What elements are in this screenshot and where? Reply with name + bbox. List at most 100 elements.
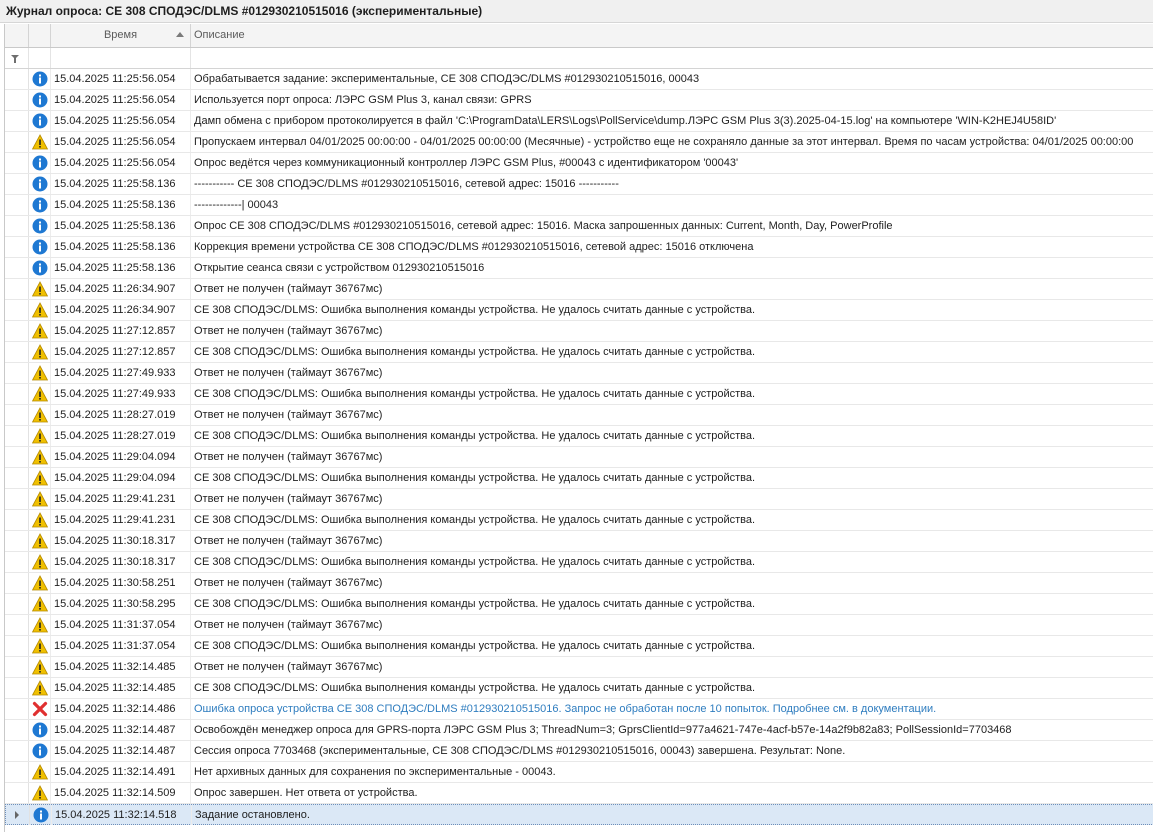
row-description[interactable]: CE 308 СПОДЭС/DLMS: Ошибка выполнения ко…	[191, 678, 1153, 698]
row-description[interactable]: Коррекция времени устройства CE 308 СПОД…	[191, 237, 1153, 257]
row-indicator[interactable]	[5, 195, 29, 215]
row-time[interactable]: 15.04.2025 11:25:58.136	[51, 237, 191, 257]
row-icon-cell[interactable]	[29, 426, 51, 446]
row-time[interactable]: 15.04.2025 11:25:56.054	[51, 90, 191, 110]
table-row[interactable]: 15.04.2025 11:27:12.857 Ответ не получен …	[5, 321, 1153, 342]
table-row[interactable]: 15.04.2025 11:25:56.054 Опрос ведётся чер…	[5, 153, 1153, 174]
row-description[interactable]: Ответ не получен (таймаут 36767мс)	[191, 489, 1153, 509]
row-description[interactable]: CE 308 СПОДЭС/DLMS: Ошибка выполнения ко…	[191, 426, 1153, 446]
table-row[interactable]: 15.04.2025 11:32:14.509 Опрос завершен. Н…	[5, 783, 1153, 804]
row-indicator[interactable]	[5, 153, 29, 173]
table-row[interactable]: 15.04.2025 11:32:14.491 Нет архивных данн…	[5, 762, 1153, 783]
row-indicator[interactable]	[5, 69, 29, 89]
row-time[interactable]: 15.04.2025 11:29:04.094	[51, 468, 191, 488]
row-description[interactable]: Освобождён менеджер опроса для GPRS-порт…	[191, 720, 1153, 740]
row-description[interactable]: Нет архивных данных для сохранения по эк…	[191, 762, 1153, 782]
row-indicator[interactable]	[5, 405, 29, 425]
filter-button[interactable]	[5, 48, 29, 68]
table-row[interactable]: 15.04.2025 11:25:56.054 Используется порт…	[5, 90, 1153, 111]
row-indicator[interactable]	[5, 657, 29, 677]
row-icon-cell[interactable]	[29, 216, 51, 236]
row-indicator[interactable]	[5, 531, 29, 551]
row-time[interactable]: 15.04.2025 11:25:56.054	[51, 69, 191, 89]
row-time[interactable]: 15.04.2025 11:27:49.933	[51, 384, 191, 404]
table-row[interactable]: 15.04.2025 11:32:14.518 Задание остановле…	[5, 804, 1153, 825]
row-description[interactable]: Ответ не получен (таймаут 36767мс)	[191, 531, 1153, 551]
table-row[interactable]: 15.04.2025 11:29:04.094 Ответ не получен …	[5, 447, 1153, 468]
row-icon-cell[interactable]	[30, 805, 52, 825]
row-indicator[interactable]	[5, 321, 29, 341]
filter-cell-description[interactable]	[191, 48, 1153, 68]
table-row[interactable]: 15.04.2025 11:26:34.907 Ответ не получен …	[5, 279, 1153, 300]
icon-column-header[interactable]	[29, 24, 51, 47]
table-row[interactable]: 15.04.2025 11:32:14.487 Освобождён менедж…	[5, 720, 1153, 741]
table-row[interactable]: 15.04.2025 11:30:18.317 CE 308 СПОДЭС/DLM…	[5, 552, 1153, 573]
row-indicator[interactable]	[5, 552, 29, 572]
row-indicator[interactable]	[5, 468, 29, 488]
row-icon-cell[interactable]	[29, 195, 51, 215]
row-description[interactable]: Опрос завершен. Нет ответа от устройства…	[191, 783, 1153, 803]
row-time[interactable]: 15.04.2025 11:32:14.487	[51, 741, 191, 761]
row-time[interactable]: 15.04.2025 11:29:41.231	[51, 489, 191, 509]
row-time[interactable]: 15.04.2025 11:30:18.317	[51, 531, 191, 551]
row-time[interactable]: 15.04.2025 11:32:14.518	[52, 805, 192, 825]
row-description[interactable]: Обрабатывается задание: экспериментальны…	[191, 69, 1153, 89]
row-description[interactable]: Ответ не получен (таймаут 36767мс)	[191, 657, 1153, 677]
row-icon-cell[interactable]	[29, 237, 51, 257]
row-icon-cell[interactable]	[29, 531, 51, 551]
row-description[interactable]: Опрос ведётся через коммуникационный кон…	[191, 153, 1153, 173]
row-indicator[interactable]	[5, 132, 29, 152]
table-row[interactable]: 15.04.2025 11:31:37.054 Ответ не получен …	[5, 615, 1153, 636]
table-row[interactable]: 15.04.2025 11:25:56.054 Обрабатывается за…	[5, 69, 1153, 90]
row-time[interactable]: 15.04.2025 11:26:34.907	[51, 279, 191, 299]
row-icon-cell[interactable]	[29, 342, 51, 362]
row-icon-cell[interactable]	[29, 552, 51, 572]
row-time[interactable]: 15.04.2025 11:30:58.251	[51, 573, 191, 593]
row-description[interactable]: Ответ не получен (таймаут 36767мс)	[191, 279, 1153, 299]
row-description[interactable]: CE 308 СПОДЭС/DLMS: Ошибка выполнения ко…	[191, 552, 1153, 572]
row-icon-cell[interactable]	[29, 573, 51, 593]
table-row[interactable]: 15.04.2025 11:29:41.231 CE 308 СПОДЭС/DLM…	[5, 510, 1153, 531]
row-time[interactable]: 15.04.2025 11:32:14.487	[51, 720, 191, 740]
row-description[interactable]: Опрос CE 308 СПОДЭС/DLMS #01293021051501…	[191, 216, 1153, 236]
row-indicator[interactable]	[5, 300, 29, 320]
row-icon-cell[interactable]	[29, 636, 51, 656]
row-indicator[interactable]	[5, 426, 29, 446]
row-description[interactable]: Открытие сеанса связи с устройством 0129…	[191, 258, 1153, 278]
table-row[interactable]: 15.04.2025 11:26:34.907 CE 308 СПОДЭС/DLM…	[5, 300, 1153, 321]
row-icon-cell[interactable]	[29, 762, 51, 782]
row-icon-cell[interactable]	[29, 153, 51, 173]
row-time[interactable]: 15.04.2025 11:31:37.054	[51, 636, 191, 656]
row-indicator[interactable]	[5, 573, 29, 593]
table-row[interactable]: 15.04.2025 11:32:14.487 Сессия опроса 770…	[5, 741, 1153, 762]
row-description[interactable]: Используется порт опроса: ЛЭРС GSM Plus …	[191, 90, 1153, 110]
row-indicator[interactable]	[5, 174, 29, 194]
row-description[interactable]: Сессия опроса 7703468 (экспериментальные…	[191, 741, 1153, 761]
row-indicator[interactable]	[5, 762, 29, 782]
filter-cell-icon[interactable]	[29, 48, 51, 68]
row-description[interactable]: ----------- CE 308 СПОДЭС/DLMS #01293021…	[191, 174, 1153, 194]
row-icon-cell[interactable]	[29, 69, 51, 89]
row-time[interactable]: 15.04.2025 11:28:27.019	[51, 405, 191, 425]
row-description[interactable]: CE 308 СПОДЭС/DLMS: Ошибка выполнения ко…	[191, 594, 1153, 614]
filter-row[interactable]	[5, 48, 1153, 69]
row-description[interactable]: CE 308 СПОДЭС/DLMS: Ошибка выполнения ко…	[191, 636, 1153, 656]
row-description[interactable]: -------------| 00043	[191, 195, 1153, 215]
row-description[interactable]: Дамп обмена с прибором протоколируется в…	[191, 111, 1153, 131]
row-indicator[interactable]	[5, 447, 29, 467]
row-icon-cell[interactable]	[29, 594, 51, 614]
row-icon-cell[interactable]	[29, 699, 51, 719]
time-column-header[interactable]: Время	[51, 24, 191, 47]
row-time[interactable]: 15.04.2025 11:32:14.486	[51, 699, 191, 719]
row-icon-cell[interactable]	[29, 741, 51, 761]
table-row[interactable]: 15.04.2025 11:25:56.054 Пропускаем интерв…	[5, 132, 1153, 153]
row-time[interactable]: 15.04.2025 11:25:58.136	[51, 195, 191, 215]
row-icon-cell[interactable]	[29, 468, 51, 488]
row-time[interactable]: 15.04.2025 11:25:56.054	[51, 132, 191, 152]
row-icon-cell[interactable]	[29, 111, 51, 131]
row-time[interactable]: 15.04.2025 11:30:58.295	[51, 594, 191, 614]
row-indicator[interactable]	[5, 237, 29, 257]
table-row[interactable]: 15.04.2025 11:32:14.485 CE 308 СПОДЭС/DLM…	[5, 678, 1153, 699]
row-icon-cell[interactable]	[29, 90, 51, 110]
table-row[interactable]: 15.04.2025 11:25:58.136 Опрос CE 308 СПОД…	[5, 216, 1153, 237]
